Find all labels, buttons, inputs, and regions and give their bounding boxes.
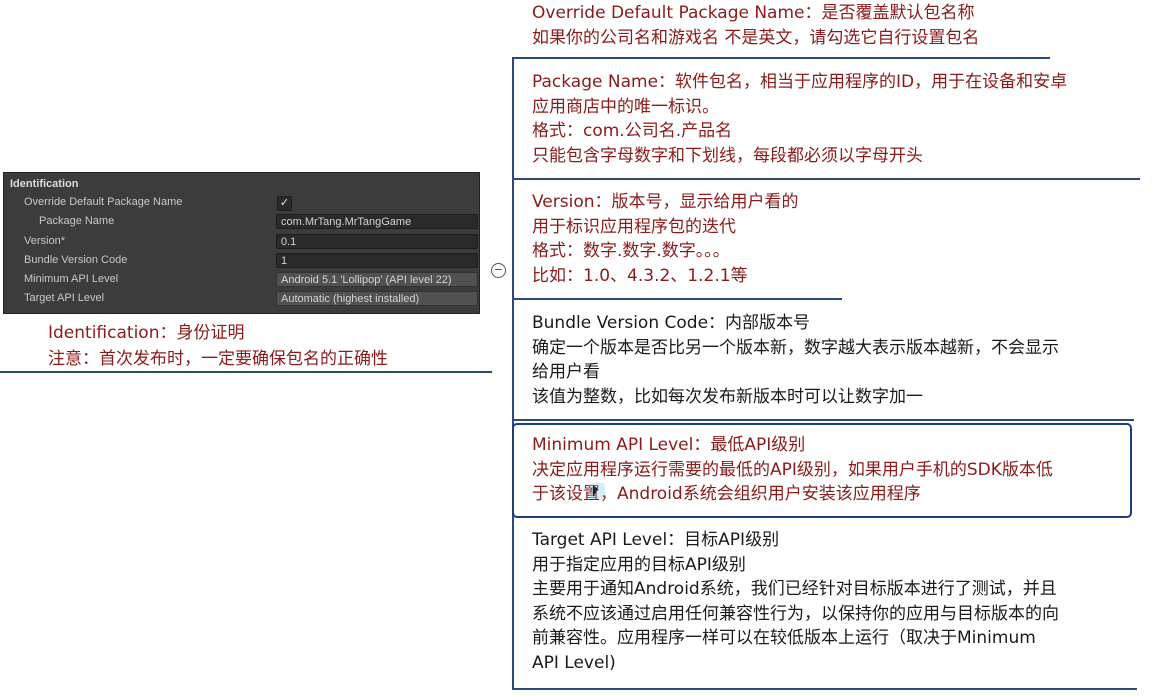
node-2-line-4: 只能包含字母数字和下划线，每段都必须以字母开头 [532,145,923,166]
override-package-name-checkbox[interactable]: ✓ [277,196,292,211]
version-row: Version* 0.1 [4,233,479,252]
bundle-version-code-label: Bundle Version Code [24,254,128,266]
node-2-underline [512,178,1140,180]
collapse-toggle-icon[interactable]: − [491,263,506,278]
node-5-line-3: 于该设置，Android系统会组织用户安装该应用程序 [532,484,921,504]
node-minimum-api-level[interactable]: Minimum API Level：最低API级别 决定应用程序运行需要的最低的… [532,433,1053,507]
node-2-line-2: 应用商店中的唯一标识。 [532,96,719,117]
node-2-line-3: 格式：com.公司名.产品名 [532,121,733,141]
node-3-line-2: 用于标识应用程序包的迭代 [532,216,736,237]
node-6-line-5: 前兼容性。应用程序一样可以在较低版本上运行（取决于Minimum [532,628,1036,648]
package-name-input[interactable]: com.MrTang.MrTangGame [276,214,478,229]
node-1-line-2: 如果你的公司名和游戏名 不是英文，请勾选它自行设置包名 [532,27,980,48]
node-4-line-4: 该值为整数，比如每次发布新版本时可以让数字加一 [532,386,923,407]
override-package-name-label: Override Default Package Name [24,196,183,208]
minimum-api-level-row: Minimum API Level Android 5.1 'Lollipop'… [4,271,479,290]
node-3-underline [512,298,842,300]
bundle-version-code-input[interactable]: 1 [276,253,478,268]
root-underline [0,371,492,373]
mouse-cursor-icon [589,483,605,499]
node-4-line-2: 确定一个版本是否比另一个版本新，数字越大表示版本越新，不会显示 [532,337,1059,358]
node-version[interactable]: Version：版本号，显示给用户看的 用于标识应用程序包的迭代 格式：数字.数… [532,190,799,288]
branch-connector [512,58,528,688]
node-1-underline [512,57,1050,59]
node-3-line-4: 比如：1.0、4.3.2、1.2.1等 [532,265,748,286]
node-3-line-3: 格式：数字.数字.数字。。。 [532,241,730,261]
node-package-name[interactable]: Package Name：软件包名，相当于应用程序的ID，用于在设备和安卓 应用… [532,70,1067,168]
identification-inspector-panel: Identification Override Default Package … [3,172,480,314]
node-3-line-1: Version：版本号，显示给用户看的 [532,192,799,212]
target-api-level-dropdown[interactable]: Automatic (highest installed) [276,291,478,306]
node-4-underline [512,419,1134,421]
node-4-line-1: Bundle Version Code：内部版本号 [532,313,811,333]
node-override-default-package-name[interactable]: Override Default Package Name：是否覆盖默认包名称 … [532,1,979,50]
package-name-row: Package Name com.MrTang.MrTangGame [4,213,479,232]
node-1-line-1: Override Default Package Name：是否覆盖默认包名称 [532,3,975,23]
node-6-line-1: Target API Level：目标API级别 [532,530,780,550]
target-api-level-label: Target API Level [24,292,105,304]
minimum-api-level-label: Minimum API Level [24,273,119,285]
version-label: Version* [24,235,65,247]
node-bundle-version-code[interactable]: Bundle Version Code：内部版本号 确定一个版本是否比另一个版本… [532,311,1059,409]
node-6-underline [512,688,1137,690]
node-6-line-4: 系统不应该通过启用任何兼容性行为，以保持你的应用与目标版本的向 [532,603,1059,624]
override-package-name-row: Override Default Package Name ✓ [4,194,479,213]
inspector-section-title: Identification [10,178,79,190]
node-6-line-2: 用于指定应用的目标API级别 [532,554,746,575]
version-input[interactable]: 0.1 [276,234,478,249]
node-4-line-3: 给用户看 [532,362,600,382]
node-2-line-1: Package Name：软件包名，相当于应用程序的ID，用于在设备和安卓 [532,72,1068,92]
root-node-note: 注意：首次发布时，一定要确保包名的正确性 [48,349,388,369]
bundle-version-code-row: Bundle Version Code 1 [4,252,479,271]
package-name-label: Package Name [39,215,115,227]
node-6-line-3: 主要用于通知Android系统，我们已经针对目标版本进行了测试，并且 [532,579,1057,599]
node-target-api-level[interactable]: Target API Level：目标API级别 用于指定应用的目标API级别 … [532,528,1059,675]
node-5-line-1: Minimum API Level：最低API级别 [532,435,806,455]
node-5-line-2: 决定应用程序运行需要的最低的API级别，如果用户手机的SDK版本低 [532,459,1053,480]
target-api-level-row: Target API Level Automatic (highest inst… [4,290,479,309]
root-node-title: Identification：身份证明 [48,323,245,343]
node-6-line-6: API Level) [532,652,616,673]
minimum-api-level-dropdown[interactable]: Android 5.1 'Lollipop' (API level 22) [276,272,478,287]
